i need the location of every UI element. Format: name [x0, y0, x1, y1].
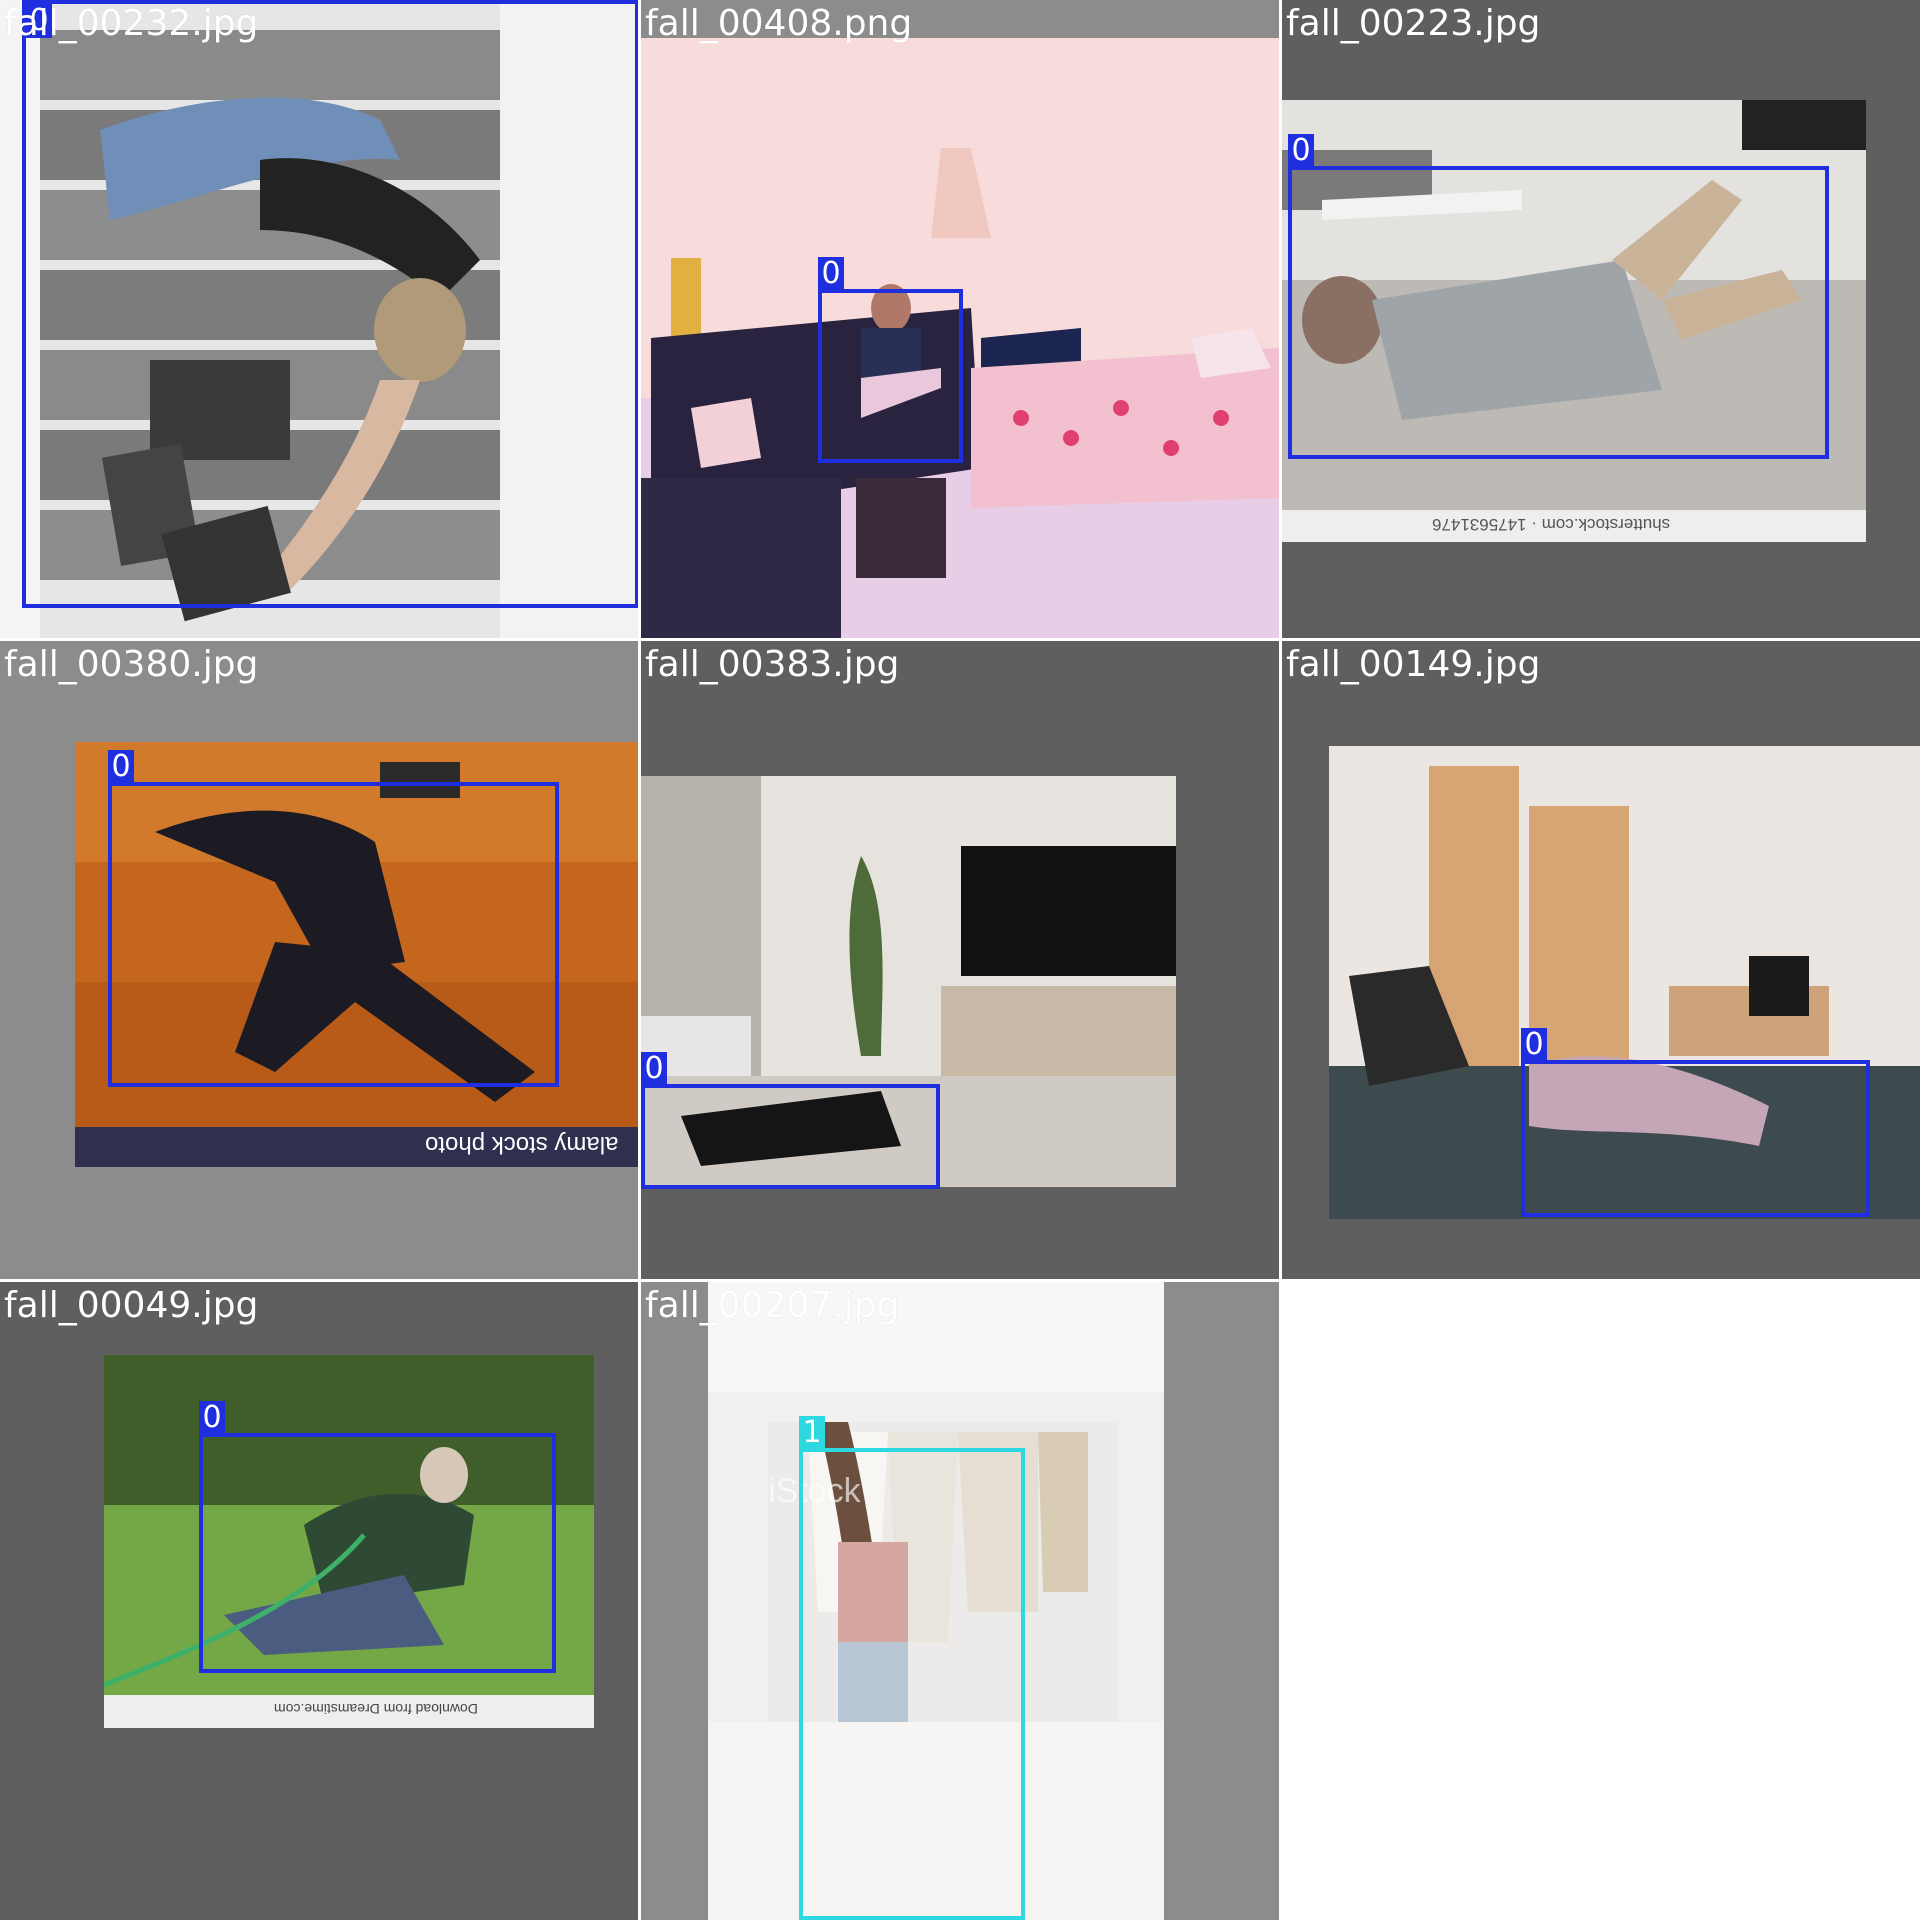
- photo-watermark: Download from Dreamstime.com: [274, 1701, 478, 1717]
- bbox-0: 0: [818, 257, 963, 463]
- bbox-0: 0: [22, 0, 638, 608]
- tile-5: 0 fall_00383.jpg: [641, 641, 1279, 1279]
- bbox-class-label: 0: [108, 750, 134, 784]
- bbox-0: 0: [1288, 134, 1829, 459]
- bbox-class-label: 0: [1288, 134, 1314, 168]
- tile-filename: fall_00207.jpg: [645, 1285, 900, 1326]
- bbox-0: 0: [108, 750, 559, 1087]
- bbox-class-label: 0: [199, 1401, 225, 1435]
- tile-1: 0 fall_00232.jpg: [0, 0, 638, 638]
- bbox-0: 0: [199, 1401, 556, 1673]
- tile-filename: fall_00049.jpg: [4, 1285, 259, 1326]
- image-mosaic: 0 fall_00232.jpg 0 fall_00408.png shutte…: [0, 0, 1920, 1920]
- tile-filename: fall_00149.jpg: [1286, 644, 1541, 685]
- bbox-class-label: 0: [1521, 1028, 1547, 1062]
- bbox-class-label: 0: [641, 1052, 667, 1086]
- tile-2: 0 fall_00408.png: [641, 0, 1279, 638]
- tile-filename: fall_00408.png: [645, 3, 913, 44]
- bbox-0: 0: [641, 1052, 940, 1189]
- tile-6: 0 fall_00149.jpg: [1282, 641, 1920, 1279]
- tile-filename: fall_00383.jpg: [645, 644, 900, 685]
- bbox-class-label: 1: [799, 1416, 825, 1450]
- tile-filename: fall_00223.jpg: [1286, 3, 1541, 44]
- tile-filename: fall_00380.jpg: [4, 644, 259, 685]
- photo-watermark: shutterstock.com · 1475631476: [1432, 515, 1671, 534]
- tile-7: Download from Dreamstime.com 0 fall_0004…: [0, 1282, 638, 1920]
- photo-watermark: alamy stock photo: [425, 1131, 619, 1158]
- bbox-class-label: 0: [818, 257, 844, 291]
- tile-8: iStock 1 fall_00207.jpg: [641, 1282, 1279, 1920]
- tile-4: alamy stock photo 0 fall_00380.jpg: [0, 641, 638, 1279]
- tile-filename: fall_00232.jpg: [4, 3, 259, 44]
- bbox-1: 1: [799, 1416, 1025, 1920]
- tile-3: shutterstock.com · 1475631476 0 fall_002…: [1282, 0, 1920, 638]
- bbox-0: 0: [1521, 1028, 1870, 1217]
